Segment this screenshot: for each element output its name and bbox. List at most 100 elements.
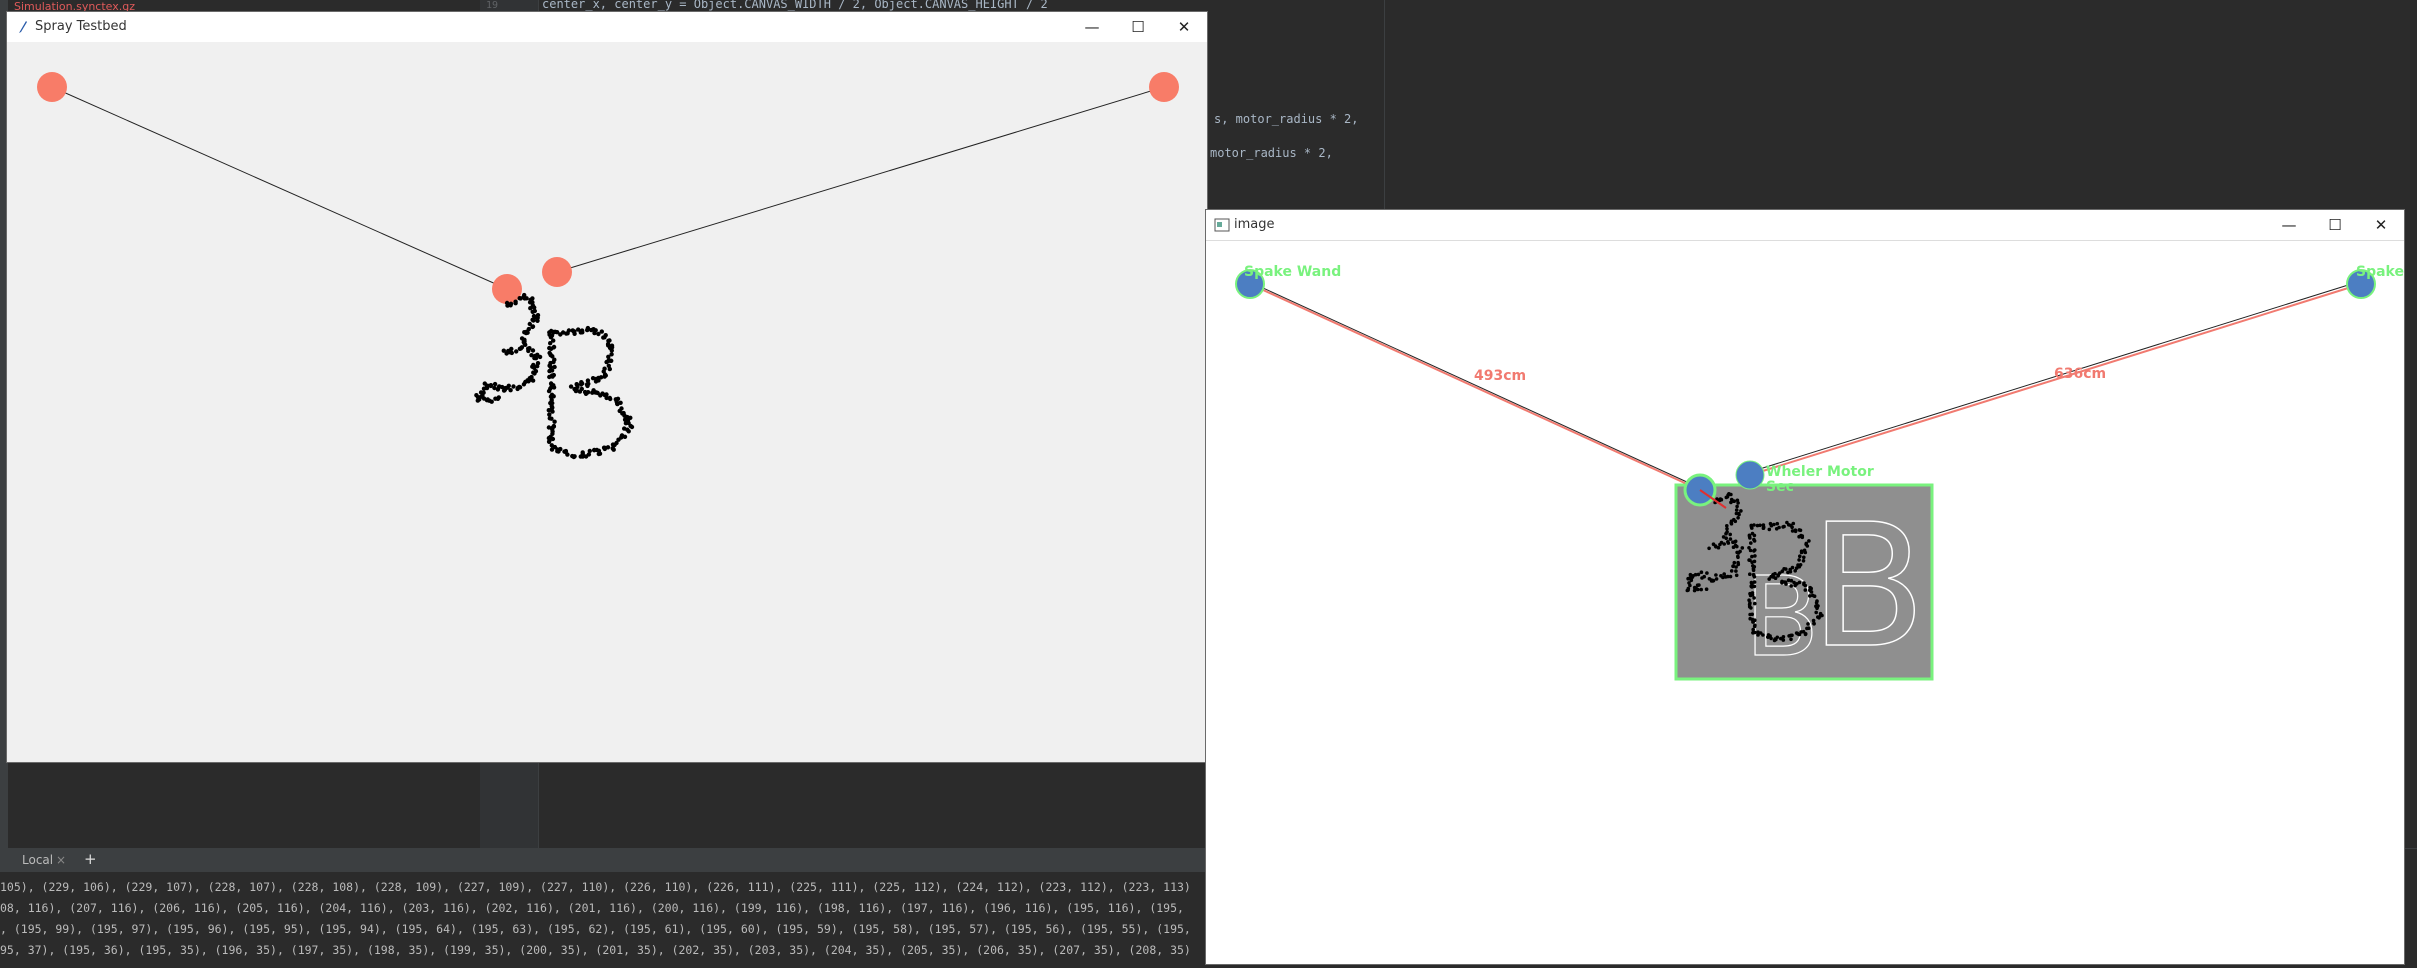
maximize-button[interactable]: ☐ xyxy=(1115,12,1161,42)
spray-dot xyxy=(1726,541,1731,545)
spray-dot xyxy=(547,368,552,374)
spray-dot xyxy=(1734,573,1739,578)
spray-titlebar[interactable]: Spray Testbed — ☐ ✕ xyxy=(7,12,1207,42)
spray-dot xyxy=(552,419,557,424)
spray-dot xyxy=(604,359,609,365)
add-tab-button[interactable]: + xyxy=(84,850,97,868)
minimize-button[interactable]: — xyxy=(1069,12,1115,42)
spray-dot xyxy=(1728,537,1733,541)
spray-dot xyxy=(609,348,614,353)
ide-right-panel xyxy=(1384,0,2417,210)
spray-dot xyxy=(1798,554,1802,558)
spray-dot xyxy=(1713,544,1718,548)
spray-dot xyxy=(609,352,614,357)
spray-dot xyxy=(1806,622,1810,626)
spray-dot xyxy=(1798,563,1803,567)
minimize-button[interactable]: — xyxy=(2266,210,2312,240)
spray-dot xyxy=(1803,588,1808,592)
spray-dot xyxy=(514,349,519,354)
spray-dot xyxy=(1696,587,1700,592)
spray-dot xyxy=(1735,544,1739,549)
spray-window-title: Spray Testbed xyxy=(35,19,127,34)
terminal-tabbar xyxy=(0,848,1210,872)
spray-pattern xyxy=(474,292,635,460)
spray-dot xyxy=(1751,620,1755,624)
spray-dot xyxy=(570,453,575,459)
image-titlebar[interactable]: image — ☐ ✕ xyxy=(1206,210,2404,241)
spray-dot xyxy=(535,318,540,323)
spray-dot xyxy=(555,449,560,454)
spray-dot xyxy=(1786,570,1790,575)
spray-dot xyxy=(1800,535,1805,540)
spray-dot xyxy=(551,345,556,350)
spray-dot xyxy=(578,382,584,387)
spray-dot xyxy=(1780,579,1784,584)
code-line-3: motor_radius * 2, xyxy=(1210,146,1333,160)
code-line-1: center_x, center_y = Object.CANVAS_WIDTH… xyxy=(542,0,1048,11)
spray-dot xyxy=(1714,573,1718,577)
spray-dot xyxy=(583,391,589,396)
spray-dot xyxy=(523,330,529,336)
spray-dot xyxy=(1752,575,1757,579)
spray-dot xyxy=(526,346,531,351)
spray-dot xyxy=(1753,548,1757,552)
spray-dot xyxy=(568,384,574,389)
spray-dot xyxy=(515,385,521,390)
spray-dot xyxy=(1734,569,1738,573)
right-distance-label: 636cm xyxy=(2054,366,2106,382)
terminal-tab-local[interactable]: Local xyxy=(22,853,53,867)
spray-dot xyxy=(1699,587,1703,592)
close-button[interactable]: ✕ xyxy=(2358,210,2404,240)
spray-dot xyxy=(546,388,552,394)
spray-dot xyxy=(1749,606,1753,610)
spray-dot xyxy=(1772,638,1777,643)
carriage-left-motor xyxy=(492,274,522,304)
spray-dot xyxy=(1752,539,1757,543)
spray-dot xyxy=(1753,554,1757,558)
spray-canvas[interactable] xyxy=(7,42,1207,762)
spray-dot xyxy=(1747,534,1752,539)
spray-dot xyxy=(1789,637,1793,642)
carriage-sub-label: Sec xyxy=(1766,479,1794,495)
spray-dot xyxy=(489,399,494,404)
spray-dot xyxy=(1807,539,1811,543)
close-tab-icon[interactable]: × xyxy=(56,853,66,867)
spray-dot xyxy=(481,386,487,391)
spray-dot xyxy=(1750,612,1754,617)
spray-dot xyxy=(1736,501,1740,505)
spray-dot xyxy=(585,383,590,389)
maximize-button[interactable]: ☐ xyxy=(2312,210,2358,240)
spray-dot xyxy=(589,327,594,333)
close-button[interactable]: ✕ xyxy=(1161,12,1207,42)
left-cable xyxy=(51,86,508,290)
spray-dot xyxy=(590,376,596,381)
spray-dot xyxy=(1793,529,1798,534)
spray-dot xyxy=(1725,527,1729,531)
spray-dot xyxy=(1748,572,1752,576)
spray-dot xyxy=(1761,523,1766,527)
spray-dot xyxy=(551,385,557,390)
spray-dot xyxy=(625,427,630,432)
spray-dot xyxy=(609,358,614,363)
spray-dot xyxy=(532,308,537,314)
spray-dot xyxy=(1751,631,1755,635)
spray-dot xyxy=(1729,492,1733,497)
spray-dot xyxy=(1739,509,1743,513)
spray-dot xyxy=(548,352,553,358)
spray-dot xyxy=(1748,593,1753,598)
spray-dot xyxy=(610,446,615,451)
spray-dot xyxy=(1722,572,1726,576)
spray-dot xyxy=(1750,560,1754,564)
spray-dot xyxy=(1728,532,1732,537)
spray-dot xyxy=(1756,630,1760,634)
spray-dot xyxy=(1686,576,1690,581)
left-cable-measure xyxy=(1249,283,1701,491)
spray-dot xyxy=(492,381,498,387)
spray-dot xyxy=(579,328,585,333)
spray-dot xyxy=(1790,525,1794,529)
spray-dot xyxy=(1734,511,1739,516)
spray-dot xyxy=(1688,583,1692,588)
spray-dot xyxy=(1755,523,1760,528)
spray-dot xyxy=(1795,582,1799,586)
spray-dot xyxy=(592,330,597,336)
